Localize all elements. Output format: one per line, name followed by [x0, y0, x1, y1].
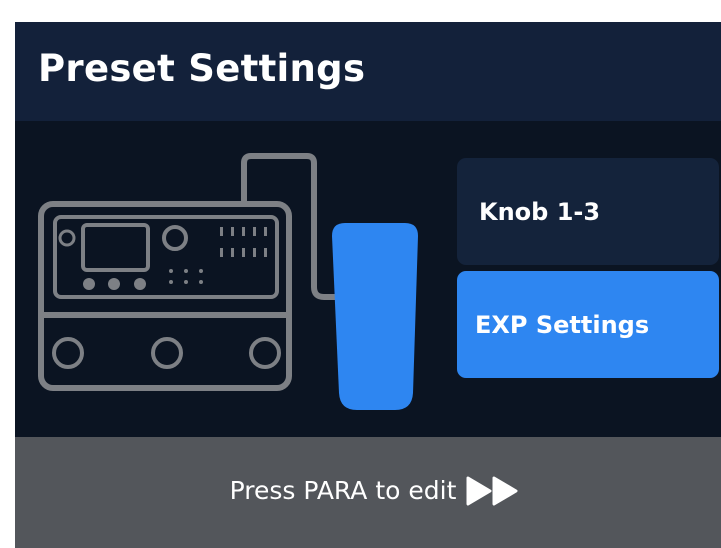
footer-bar: Press PARA to edit: [15, 437, 721, 548]
menu-item-knob-1-3[interactable]: Knob 1-3: [457, 158, 719, 265]
menu-item-exp-settings[interactable]: EXP Settings: [457, 271, 719, 378]
menu-item-label: EXP Settings: [475, 310, 650, 339]
header-bar: Preset Settings: [15, 22, 721, 121]
device-illustration: [15, 121, 455, 437]
hint-text: Press PARA to edit: [229, 476, 457, 505]
page-title: Preset Settings: [38, 47, 366, 90]
pedal-controls: [83, 227, 267, 290]
double-chevron-right-icon: [466, 476, 518, 506]
expression-pedal-icon: [332, 223, 418, 410]
menu-item-label: Knob 1-3: [479, 197, 601, 226]
multi-effects-pedal-icon: [38, 201, 292, 391]
edit-hint: Press PARA to edit: [230, 476, 519, 506]
device-screen: Preset Settings Knob 1-3 EXP Settings Pr…: [15, 22, 721, 548]
